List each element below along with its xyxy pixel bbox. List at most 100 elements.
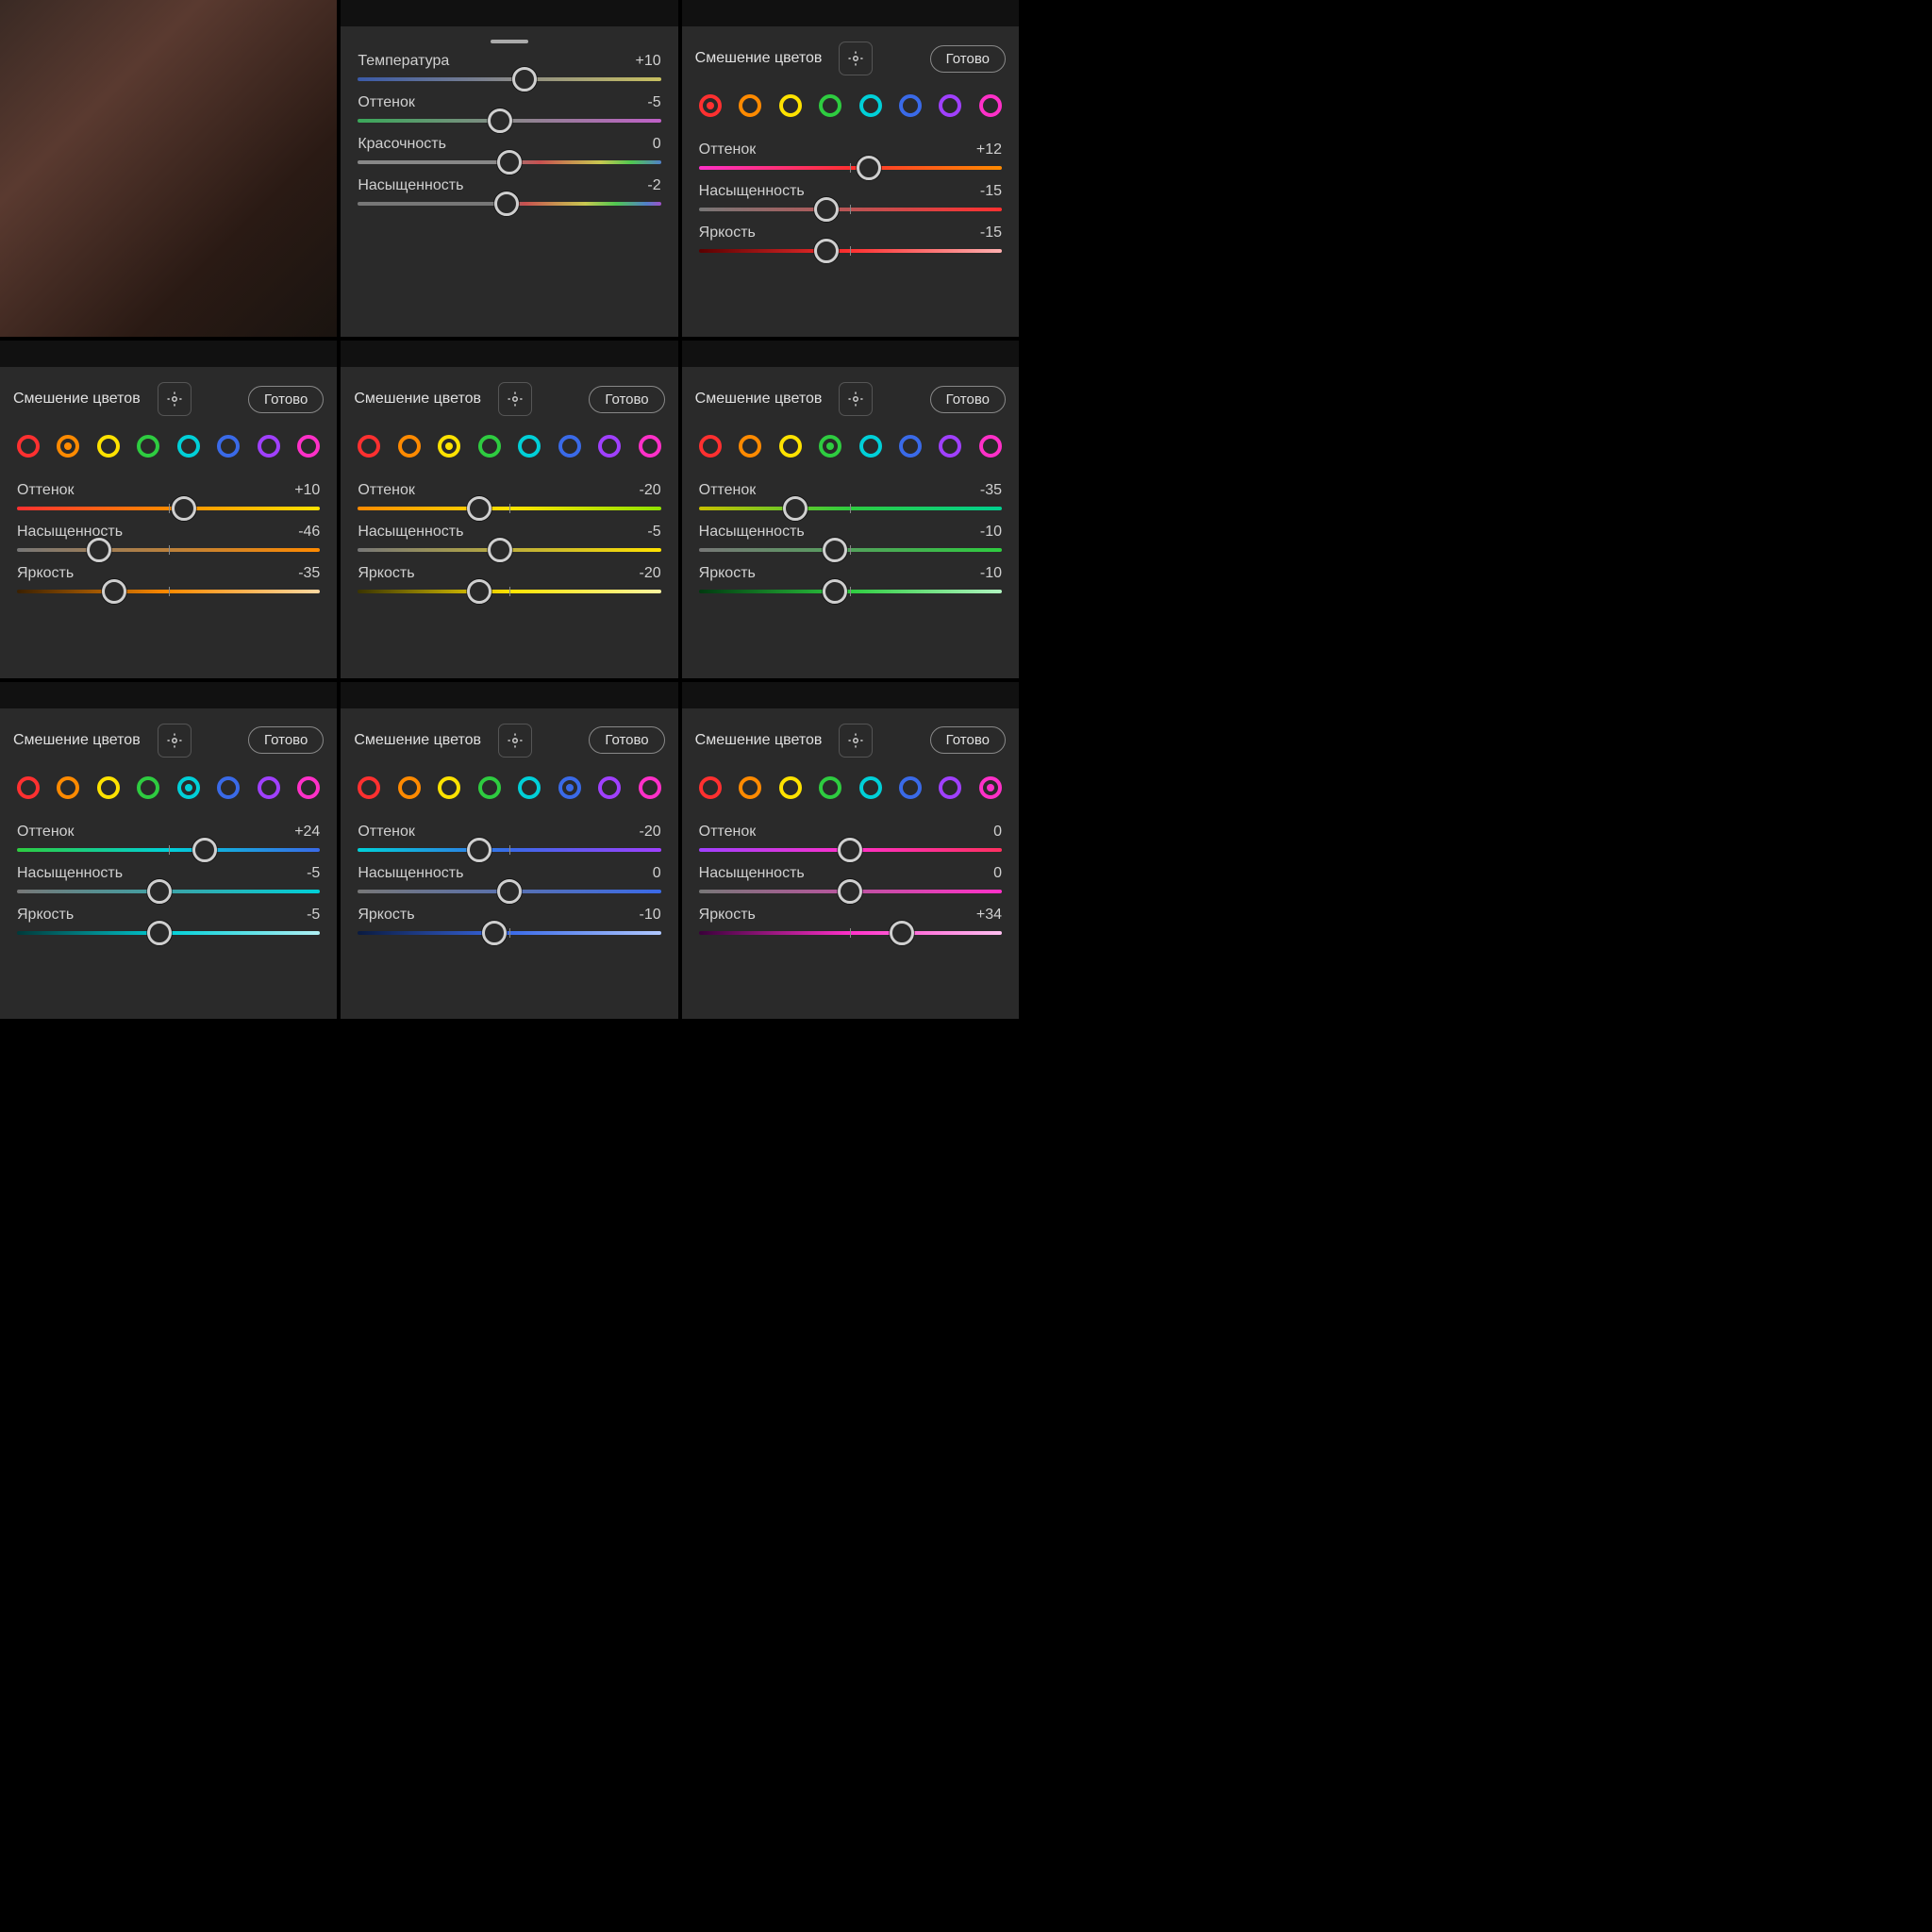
slider-lum[interactable]: Яркость-20 xyxy=(358,565,660,593)
slider-sat[interactable]: Насыщенность-15 xyxy=(699,183,1002,211)
slider-sat[interactable]: Насыщенность-2 xyxy=(358,177,660,206)
swatch-1[interactable] xyxy=(739,435,761,458)
swatch-6[interactable] xyxy=(258,435,280,458)
slider-sat[interactable]: Насыщенность-46 xyxy=(17,524,320,552)
swatch-0[interactable] xyxy=(17,435,40,458)
slider-sat[interactable]: Насыщенность0 xyxy=(699,865,1002,893)
swatch-4[interactable] xyxy=(518,776,541,799)
swatch-4[interactable] xyxy=(177,435,200,458)
swatch-4[interactable] xyxy=(859,435,882,458)
swatch-3[interactable] xyxy=(137,776,159,799)
swatch-0[interactable] xyxy=(699,94,722,117)
swatch-2[interactable] xyxy=(438,776,460,799)
swatch-0[interactable] xyxy=(358,776,380,799)
target-picker-button[interactable] xyxy=(158,382,192,416)
swatch-1[interactable] xyxy=(739,94,761,117)
slider-hue[interactable]: Оттенок-35 xyxy=(699,482,1002,510)
slider-lum[interactable]: Яркость-5 xyxy=(17,907,320,935)
done-button[interactable]: Готово xyxy=(930,386,1006,413)
swatch-2[interactable] xyxy=(438,435,460,458)
swatch-2[interactable] xyxy=(97,776,120,799)
slider-sat[interactable]: Насыщенность-5 xyxy=(358,524,660,552)
swatch-4[interactable] xyxy=(859,776,882,799)
swatch-6[interactable] xyxy=(598,435,621,458)
done-button[interactable]: Готово xyxy=(589,726,664,754)
drag-handle[interactable] xyxy=(491,40,528,43)
swatch-7[interactable] xyxy=(639,776,661,799)
target-picker-button[interactable] xyxy=(498,724,532,758)
slider-hue[interactable]: Оттенок+12 xyxy=(699,142,1002,170)
swatch-0[interactable] xyxy=(17,776,40,799)
slider-hue[interactable]: Оттенок0 xyxy=(699,824,1002,852)
photo-strip xyxy=(341,0,677,26)
swatch-2[interactable] xyxy=(97,435,120,458)
swatch-4[interactable] xyxy=(518,435,541,458)
swatch-2[interactable] xyxy=(779,776,802,799)
swatch-3[interactable] xyxy=(137,435,159,458)
swatch-0[interactable] xyxy=(699,435,722,458)
slider-vibrance[interactable]: Красочность0 xyxy=(358,136,660,164)
swatch-0[interactable] xyxy=(358,435,380,458)
swatch-5[interactable] xyxy=(217,435,240,458)
swatch-5[interactable] xyxy=(217,776,240,799)
swatch-5[interactable] xyxy=(558,776,581,799)
swatch-1[interactable] xyxy=(739,776,761,799)
done-button[interactable]: Готово xyxy=(248,386,324,413)
swatch-7[interactable] xyxy=(297,776,320,799)
swatch-2[interactable] xyxy=(779,94,802,117)
swatch-4[interactable] xyxy=(859,94,882,117)
slider-tint[interactable]: Оттенок-5 xyxy=(358,94,660,123)
slider-sat[interactable]: Насыщенность-5 xyxy=(17,865,320,893)
swatch-6[interactable] xyxy=(598,776,621,799)
swatch-5[interactable] xyxy=(899,94,922,117)
slider-lum[interactable]: Яркость-15 xyxy=(699,225,1002,253)
swatch-6[interactable] xyxy=(939,776,961,799)
slider-hue[interactable]: Оттенок-20 xyxy=(358,482,660,510)
slider-value: -15 xyxy=(980,183,1002,200)
swatch-0[interactable] xyxy=(699,776,722,799)
swatch-7[interactable] xyxy=(979,776,1002,799)
done-button[interactable]: Готово xyxy=(248,726,324,754)
swatch-1[interactable] xyxy=(398,776,421,799)
swatch-7[interactable] xyxy=(979,94,1002,117)
swatch-6[interactable] xyxy=(939,435,961,458)
slider-value: -10 xyxy=(980,565,1002,582)
done-button[interactable]: Готово xyxy=(589,386,664,413)
slider-sat[interactable]: Насыщенность-10 xyxy=(699,524,1002,552)
slider-temp[interactable]: Температура+10 xyxy=(358,53,660,81)
swatch-3[interactable] xyxy=(478,435,501,458)
swatch-5[interactable] xyxy=(558,435,581,458)
swatch-4[interactable] xyxy=(177,776,200,799)
swatch-3[interactable] xyxy=(819,94,841,117)
target-picker-button[interactable] xyxy=(839,724,873,758)
done-button[interactable]: Готово xyxy=(930,726,1006,754)
done-button[interactable]: Готово xyxy=(930,45,1006,73)
slider-sat[interactable]: Насыщенность0 xyxy=(358,865,660,893)
slider-hue[interactable]: Оттенок+10 xyxy=(17,482,320,510)
slider-lum[interactable]: Яркость-35 xyxy=(17,565,320,593)
swatch-1[interactable] xyxy=(398,435,421,458)
swatch-5[interactable] xyxy=(899,435,922,458)
swatch-6[interactable] xyxy=(258,776,280,799)
target-picker-button[interactable] xyxy=(158,724,192,758)
target-picker-button[interactable] xyxy=(839,42,873,75)
swatch-3[interactable] xyxy=(819,776,841,799)
swatch-1[interactable] xyxy=(57,435,79,458)
swatch-3[interactable] xyxy=(478,776,501,799)
target-picker-button[interactable] xyxy=(839,382,873,416)
target-picker-button[interactable] xyxy=(498,382,532,416)
slider-lum[interactable]: Яркость+34 xyxy=(699,907,1002,935)
swatch-3[interactable] xyxy=(819,435,841,458)
slider-lum[interactable]: Яркость-10 xyxy=(699,565,1002,593)
slider-lum[interactable]: Яркость-10 xyxy=(358,907,660,935)
swatch-6[interactable] xyxy=(939,94,961,117)
swatch-7[interactable] xyxy=(297,435,320,458)
slider-hue[interactable]: Оттенок+24 xyxy=(17,824,320,852)
swatch-7[interactable] xyxy=(639,435,661,458)
slider-hue[interactable]: Оттенок-20 xyxy=(358,824,660,852)
swatch-2[interactable] xyxy=(779,435,802,458)
swatch-7[interactable] xyxy=(979,435,1002,458)
swatch-5[interactable] xyxy=(899,776,922,799)
swatch-1[interactable] xyxy=(57,776,79,799)
photo-strip xyxy=(682,682,1019,708)
